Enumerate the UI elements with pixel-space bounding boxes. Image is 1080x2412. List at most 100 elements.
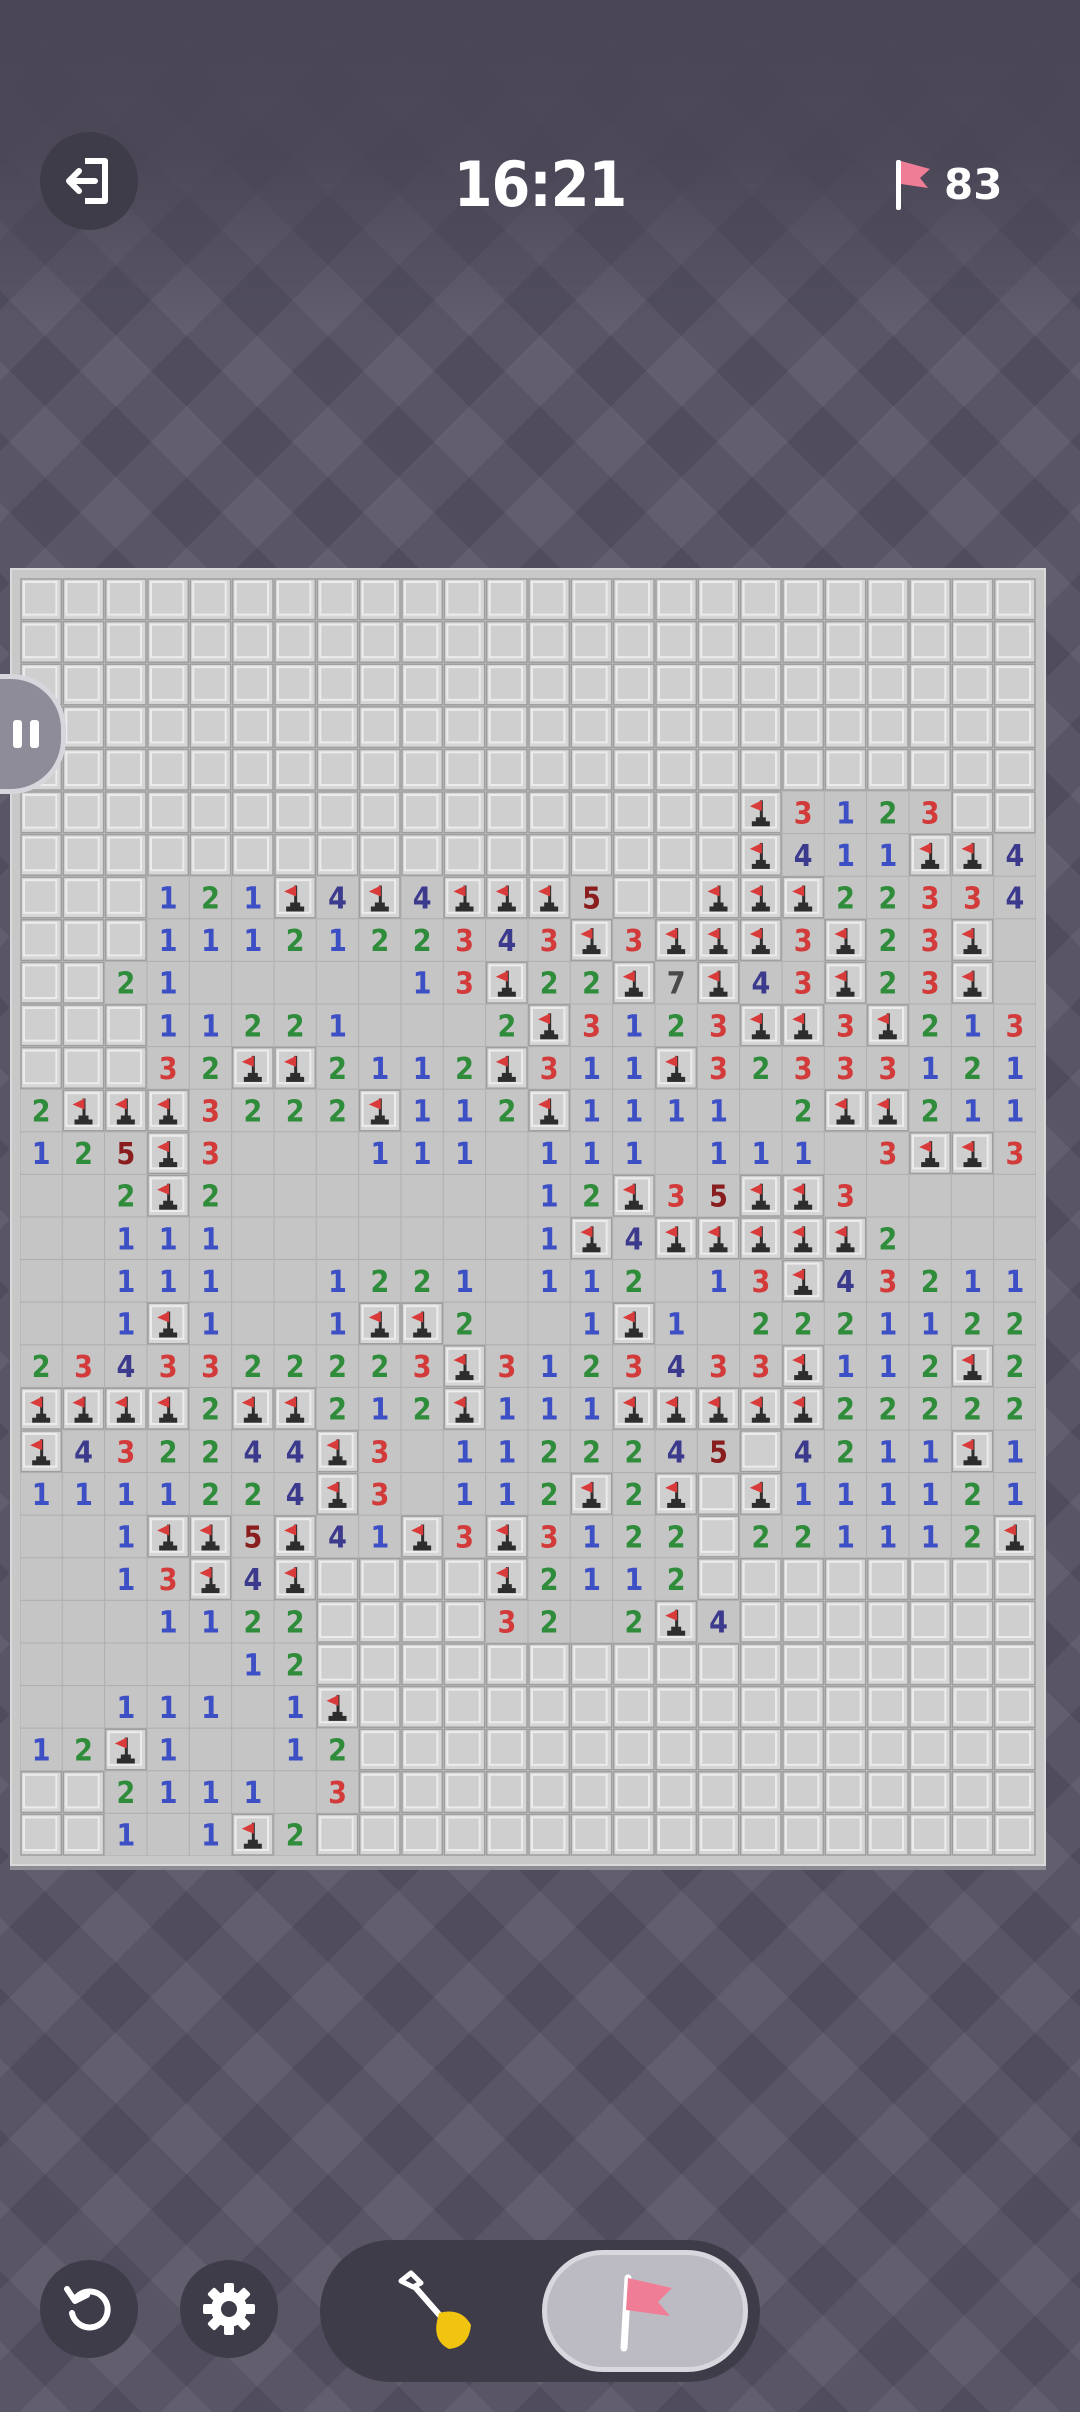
cell-r21-c18[interactable]: 1 — [781, 1472, 825, 1516]
cell-r20-c0[interactable] — [20, 1430, 63, 1473]
cell-r5-c16[interactable] — [697, 791, 740, 834]
cell-r28-c12[interactable] — [528, 1771, 571, 1814]
cell-r14-c23[interactable] — [993, 1173, 1036, 1218]
cell-r25-c11[interactable] — [485, 1643, 528, 1686]
cell-r21-c19[interactable]: 1 — [823, 1472, 868, 1516]
cell-r14-c0[interactable] — [20, 1173, 63, 1218]
cell-r16-c21[interactable]: 2 — [908, 1259, 952, 1303]
cell-r21-c22[interactable]: 2 — [950, 1472, 995, 1516]
cell-r23-c4[interactable] — [189, 1558, 232, 1601]
cell-r20-c7[interactable] — [316, 1430, 359, 1473]
cell-r4-c2[interactable] — [104, 748, 147, 791]
cell-r17-c15[interactable]: 1 — [654, 1301, 698, 1346]
cell-r23-c14[interactable]: 1 — [612, 1557, 656, 1601]
cell-r13-c16[interactable]: 1 — [696, 1131, 741, 1175]
cell-r27-c20[interactable] — [866, 1728, 909, 1771]
cell-r24-c10[interactable] — [443, 1600, 486, 1643]
cell-r21-c6[interactable]: 4 — [273, 1472, 317, 1516]
cell-r25-c5[interactable]: 1 — [231, 1642, 275, 1687]
cell-r19-c6[interactable] — [274, 1387, 317, 1430]
cell-r2-c8[interactable] — [358, 663, 401, 706]
cell-r5-c18[interactable]: 3 — [781, 790, 825, 835]
cell-r21-c0[interactable]: 1 — [20, 1472, 63, 1516]
cell-r20-c22[interactable] — [951, 1430, 994, 1473]
cell-r26-c11[interactable] — [485, 1685, 528, 1728]
cell-r29-c14[interactable] — [612, 1813, 655, 1856]
cell-r15-c16[interactable] — [697, 1217, 740, 1260]
cell-r0-c8[interactable] — [358, 578, 401, 621]
cell-r9-c13[interactable]: 2 — [569, 960, 614, 1005]
cell-r18-c9[interactable]: 3 — [400, 1344, 444, 1388]
cell-r8-c10[interactable]: 3 — [442, 918, 487, 962]
cell-r22-c14[interactable]: 2 — [612, 1514, 656, 1559]
cell-r17-c20[interactable]: 1 — [866, 1301, 910, 1346]
cell-r24-c1[interactable] — [61, 1599, 106, 1644]
cell-r24-c12[interactable]: 2 — [527, 1599, 571, 1644]
cell-r17-c14[interactable] — [612, 1302, 655, 1345]
cell-r2-c20[interactable] — [866, 663, 909, 706]
cell-r21-c14[interactable]: 2 — [612, 1472, 656, 1516]
cell-r29-c10[interactable] — [443, 1813, 486, 1856]
cell-r26-c0[interactable] — [20, 1685, 63, 1729]
cell-r11-c9[interactable]: 1 — [400, 1046, 444, 1090]
cell-r14-c4[interactable]: 2 — [188, 1173, 233, 1218]
cell-r17-c7[interactable]: 1 — [315, 1301, 360, 1346]
cell-r9-c8[interactable] — [358, 960, 402, 1005]
cell-r12-c13[interactable]: 1 — [569, 1088, 614, 1133]
cell-r12-c2[interactable] — [104, 1089, 147, 1132]
cell-r11-c8[interactable]: 1 — [358, 1046, 402, 1090]
cell-r11-c19[interactable]: 3 — [823, 1046, 868, 1090]
cell-r10-c13[interactable]: 3 — [569, 1003, 614, 1048]
cell-r10-c6[interactable]: 2 — [273, 1003, 317, 1048]
cell-r20-c11[interactable]: 1 — [485, 1429, 529, 1474]
cell-r10-c9[interactable] — [400, 1003, 444, 1048]
cell-r15-c14[interactable]: 4 — [612, 1216, 656, 1261]
cell-r23-c9[interactable] — [401, 1558, 444, 1601]
cell-r15-c21[interactable] — [908, 1216, 952, 1261]
cell-r13-c19[interactable] — [823, 1131, 868, 1175]
cell-r19-c1[interactable] — [62, 1387, 105, 1430]
cell-r8-c16[interactable] — [697, 919, 740, 962]
cell-r6-c20[interactable]: 1 — [866, 833, 910, 877]
cell-r2-c22[interactable] — [951, 663, 994, 706]
cell-r24-c13[interactable] — [569, 1599, 614, 1644]
cell-r9-c11[interactable] — [485, 961, 528, 1004]
cell-r7-c19[interactable]: 2 — [823, 875, 868, 920]
cell-r22-c10[interactable]: 3 — [442, 1514, 487, 1559]
cell-r21-c1[interactable]: 1 — [61, 1472, 106, 1516]
cell-r19-c13[interactable]: 1 — [569, 1386, 614, 1431]
flag-mode-button[interactable] — [542, 2250, 748, 2372]
cell-r11-c4[interactable]: 2 — [188, 1046, 233, 1090]
cell-r15-c4[interactable]: 1 — [188, 1216, 233, 1261]
cell-r20-c1[interactable]: 4 — [61, 1429, 106, 1474]
cell-r12-c18[interactable]: 2 — [781, 1088, 825, 1133]
cell-r22-c4[interactable] — [189, 1515, 232, 1558]
cell-r26-c6[interactable]: 1 — [273, 1685, 317, 1729]
cell-r1-c4[interactable] — [189, 620, 232, 663]
cell-r28-c14[interactable] — [612, 1771, 655, 1814]
cell-r18-c16[interactable]: 3 — [696, 1344, 741, 1388]
cell-r22-c0[interactable] — [20, 1514, 63, 1559]
cell-r2-c5[interactable] — [231, 663, 274, 706]
cell-r0-c22[interactable] — [951, 578, 994, 621]
cell-r0-c10[interactable] — [443, 578, 486, 621]
cell-r24-c0[interactable] — [20, 1599, 63, 1644]
cell-r16-c23[interactable]: 1 — [993, 1259, 1036, 1303]
cell-r24-c20[interactable] — [866, 1600, 909, 1643]
cell-r19-c4[interactable]: 2 — [188, 1386, 233, 1431]
cell-r3-c11[interactable] — [485, 706, 528, 749]
cell-r5-c19[interactable]: 1 — [823, 790, 868, 835]
cell-r23-c16[interactable] — [697, 1558, 740, 1601]
cell-r22-c8[interactable]: 1 — [358, 1514, 402, 1559]
cell-r26-c1[interactable] — [61, 1685, 106, 1729]
cell-r26-c3[interactable]: 1 — [146, 1685, 190, 1729]
cell-r6-c1[interactable] — [62, 833, 105, 876]
cell-r13-c15[interactable] — [654, 1131, 698, 1175]
cell-r16-c17[interactable]: 3 — [739, 1259, 783, 1303]
cell-r27-c9[interactable] — [401, 1728, 444, 1771]
cell-r6-c21[interactable] — [909, 833, 952, 876]
cell-r23-c13[interactable]: 1 — [569, 1557, 614, 1601]
cell-r0-c23[interactable] — [993, 578, 1036, 621]
cell-r20-c8[interactable]: 3 — [358, 1429, 402, 1474]
cell-r1-c21[interactable] — [909, 620, 952, 663]
